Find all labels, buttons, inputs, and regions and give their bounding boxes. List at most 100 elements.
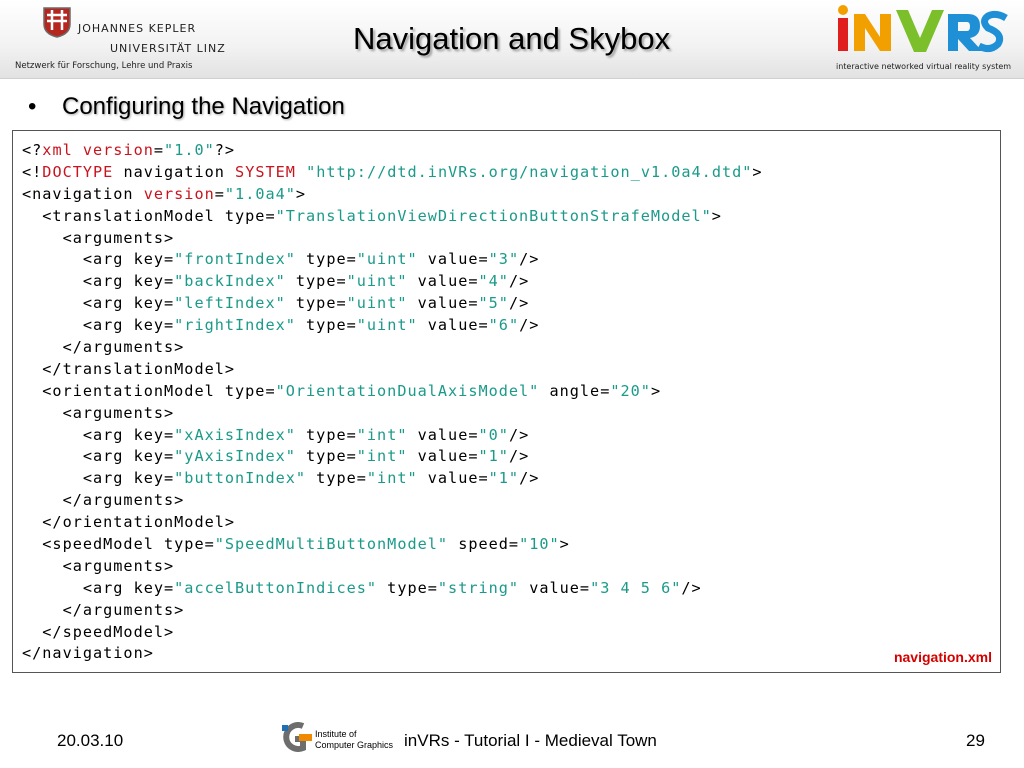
- code-line: <?xml version="1.0"?>: [22, 140, 763, 162]
- institute-name-line1: Institute of: [315, 729, 357, 739]
- code-text: <arg key=: [22, 578, 175, 597]
- code-line: </speedModel>: [22, 622, 763, 644]
- code-line: </arguments>: [22, 490, 763, 512]
- code-keyword: version: [143, 184, 215, 203]
- code-string: "int": [356, 425, 408, 444]
- code-string: "3 4 5 6": [590, 578, 682, 597]
- code-text: value=: [407, 425, 479, 444]
- code-line: <!DOCTYPE navigation SYSTEM "http://dtd.…: [22, 162, 763, 184]
- university-name-line1: JOHANNES KEPLER: [78, 22, 197, 35]
- code-text: type=: [285, 272, 347, 291]
- code-text: value=: [519, 578, 591, 597]
- code-line: <arg key="frontIndex" type="uint" value=…: [22, 249, 763, 271]
- code-text: </speedModel>: [22, 622, 175, 641]
- code-string: "backIndex": [174, 272, 286, 291]
- code-text: <arguments>: [22, 403, 175, 422]
- code-text: <arg key=: [22, 469, 175, 488]
- code-text: speed=: [448, 535, 520, 554]
- code-line: <arg key="yAxisIndex" type="int" value="…: [22, 446, 763, 468]
- code-string: "leftIndex": [174, 294, 286, 313]
- code-text: navigation: [113, 162, 236, 181]
- icg-logo: [282, 722, 312, 752]
- invrs-tagline: interactive networked virtual reality sy…: [836, 62, 1012, 71]
- code-line: <arg key="backIndex" type="uint" value="…: [22, 271, 763, 293]
- code-keyword: DOCTYPE: [42, 162, 114, 181]
- code-string: "3": [488, 250, 520, 269]
- code-text: </arguments>: [22, 600, 185, 619]
- code-text: />: [508, 425, 530, 444]
- code-string: "accelButtonIndices": [174, 578, 378, 597]
- slide-header: JOHANNES KEPLER UNIVERSITÄT LINZ Netzwer…: [0, 0, 1024, 79]
- code-text: ?>: [214, 141, 236, 159]
- code-string: "buttonIndex": [174, 469, 307, 488]
- page-number: 29: [966, 731, 985, 750]
- code-string: "uint": [356, 250, 418, 269]
- code-text: type=: [306, 469, 367, 488]
- code-line: </arguments>: [22, 337, 763, 359]
- code-text: />: [508, 294, 530, 313]
- code-string: "5": [478, 294, 509, 313]
- code-text: <arg key=: [22, 250, 175, 269]
- code-string: "6": [488, 316, 520, 335]
- code-text: <arg key=: [22, 447, 175, 466]
- code-text: angle=: [539, 381, 611, 400]
- institute-name-line2: Computer Graphics: [315, 740, 394, 750]
- code-text: >: [650, 381, 662, 400]
- code-text: type=: [285, 294, 347, 313]
- code-text: <arg key=: [22, 316, 175, 335]
- code-string: "string": [437, 578, 520, 597]
- code-keyword: SYSTEM: [235, 162, 296, 181]
- code-text: </navigation>: [22, 644, 154, 663]
- university-tagline: Netzwerk für Forschung, Lehre und Praxis: [15, 61, 193, 71]
- code-text: type=: [377, 578, 438, 597]
- code-text: <speedModel type=: [22, 535, 215, 554]
- code-text: </arguments>: [22, 491, 185, 510]
- code-text: value=: [417, 250, 489, 269]
- code-line: <arguments>: [22, 556, 763, 578]
- code-string: "uint": [346, 272, 408, 291]
- code-string: "1": [478, 447, 509, 466]
- code-text: <?: [22, 141, 43, 159]
- jku-crest-logo: [43, 7, 71, 38]
- code-text: type=: [295, 425, 357, 444]
- code-text: />: [519, 316, 540, 335]
- code-line: <speedModel type="SpeedMultiButtonModel"…: [22, 534, 763, 556]
- code-string: "SpeedMultiButtonModel": [214, 535, 449, 554]
- code-text: />: [508, 272, 530, 291]
- code-text: =: [214, 184, 225, 203]
- code-line: <arg key="xAxisIndex" type="int" value="…: [22, 425, 763, 447]
- code-string: "int": [356, 447, 408, 466]
- bullet-heading: Configuring the Navigation: [62, 93, 345, 120]
- code-text: <orientationModel type=: [22, 381, 276, 400]
- code-text: </arguments>: [22, 338, 185, 357]
- code-string: "1.0": [164, 141, 215, 159]
- code-string: "OrientationDualAxisModel": [275, 381, 540, 400]
- code-string: "yAxisIndex": [174, 447, 296, 466]
- code-text: value=: [407, 272, 479, 291]
- code-text: type=: [295, 447, 357, 466]
- code-string: "1": [488, 469, 520, 488]
- code-text: >: [752, 162, 763, 181]
- code-text: value=: [407, 447, 479, 466]
- code-text: />: [508, 447, 530, 466]
- code-text: >: [711, 206, 722, 225]
- code-string: "rightIndex": [174, 316, 296, 335]
- code-text: />: [681, 578, 702, 597]
- code-text: >: [295, 184, 307, 203]
- code-line: </orientationModel>: [22, 512, 763, 534]
- code-string: "int": [366, 469, 418, 488]
- code-string: "TranslationViewDirectionButtonStrafeMod…: [275, 206, 712, 225]
- code-text: value=: [407, 294, 479, 313]
- code-text: <!: [22, 162, 43, 181]
- code-text: </orientationModel>: [22, 513, 236, 532]
- code-listing: <?xml version="1.0"?> <!DOCTYPE navigatio…: [22, 140, 763, 665]
- code-text: type=: [295, 250, 357, 269]
- code-string: "xAxisIndex": [174, 425, 296, 444]
- code-text: <translationModel type=: [22, 206, 276, 225]
- code-text: </translationModel>: [22, 359, 236, 378]
- code-line: </arguments>: [22, 600, 763, 622]
- code-line: <navigation version="1.0a4">: [22, 184, 763, 206]
- code-keyword: xml version: [42, 141, 154, 159]
- code-text: <navigation: [22, 184, 144, 203]
